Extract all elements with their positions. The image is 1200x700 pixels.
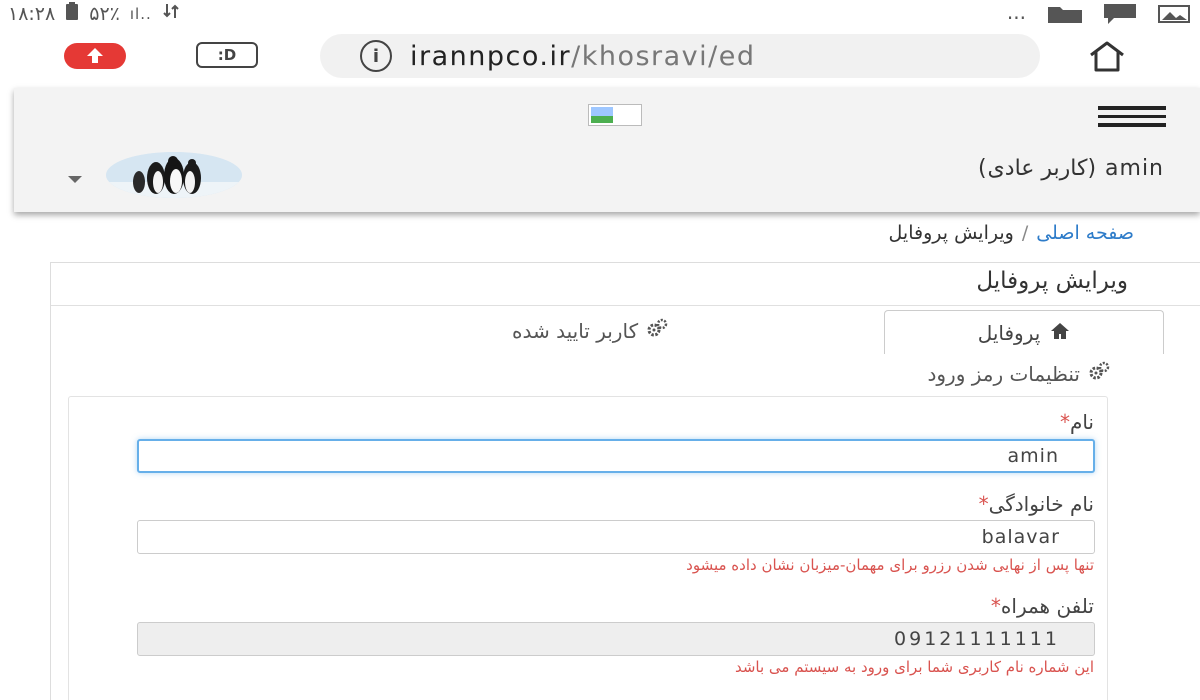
notification-more-dots: ... <box>1006 0 1026 24</box>
image-icon <box>1158 5 1190 28</box>
user-avatar[interactable] <box>106 152 242 198</box>
required-mark: * <box>990 594 1001 618</box>
last-name-input[interactable] <box>137 520 1095 554</box>
address-bar[interactable]: i irannpco.ir/khosravi/ed <box>320 34 1040 78</box>
mobile-hint: این شماره نام کاربری شما برای ورود به سی… <box>734 658 1094 676</box>
gears-icon <box>1088 361 1110 386</box>
panel-title: ویرایش پروفایل <box>976 268 1128 294</box>
required-mark: * <box>978 492 989 516</box>
signal-icon: ıl.. <box>129 4 152 23</box>
tab-switcher-label: :D <box>217 46 237 64</box>
breadcrumb-current: ویرایش پروفایل <box>888 222 1014 244</box>
user-name[interactable]: amin (کاربر عادی) <box>978 156 1164 181</box>
breadcrumb-home-link[interactable]: صفحه اصلی <box>1036 222 1134 244</box>
tab-profile-label: پروفایل <box>977 320 1041 345</box>
browser-toolbar: :D i irannpco.ir/khosravi/ed <box>0 26 1200 88</box>
last-name-label: نام خانوادگی* <box>979 492 1094 516</box>
data-transfer-icon <box>162 2 180 25</box>
panel-divider <box>51 305 1200 306</box>
status-bar: ۱۸:۲۸ ۵۲٪ ıl.. ... <box>0 0 1200 26</box>
required-mark: * <box>1059 410 1070 434</box>
site-header: amin (کاربر عادی) <box>14 88 1200 212</box>
gears-icon <box>646 318 668 343</box>
tab-verified-user[interactable]: کاربر تایید شده <box>512 318 668 343</box>
upload-icon[interactable] <box>64 43 126 73</box>
battery-icon <box>65 2 79 25</box>
battery-level: ۵۲٪ <box>89 2 120 25</box>
folder-icon <box>1048 5 1082 28</box>
url-host: irannpco.ir <box>410 40 572 72</box>
tab-verified-user-label: کاربر تایید شده <box>512 318 639 343</box>
first-name-input[interactable] <box>137 439 1095 473</box>
home-icon[interactable] <box>1088 40 1126 76</box>
tab-password-settings[interactable]: تنظیمات رمز ورود <box>927 361 1110 386</box>
tab-password-settings-label: تنظیمات رمز ورود <box>927 361 1080 386</box>
url-path: /khosravi/ed <box>571 40 756 72</box>
mobile-label-text: تلفن همراه <box>1000 594 1094 618</box>
info-icon[interactable]: i <box>360 40 392 72</box>
first-name-label-text: نام <box>1069 410 1094 434</box>
breadcrumb-separator: / <box>1021 222 1029 244</box>
mobile-label: تلفن همراه* <box>991 594 1094 618</box>
tab-profile[interactable]: پروفایل <box>884 310 1164 354</box>
breadcrumb: صفحه اصلی / ویرایش پروفایل <box>889 222 1134 244</box>
tab-switcher-button[interactable]: :D <box>196 42 258 68</box>
status-bar-left: ۱۸:۲۸ ۵۲٪ ıl.. <box>8 2 180 25</box>
first-name-label: نام* <box>1060 410 1094 434</box>
last-name-label-text: نام خانوادگی <box>988 492 1094 516</box>
mobile-input <box>137 622 1095 656</box>
user-menu-caret-icon[interactable] <box>68 176 82 183</box>
site-logo-broken-image[interactable] <box>588 104 642 126</box>
status-time: ۱۸:۲۸ <box>8 2 56 25</box>
home-tab-icon <box>1050 321 1070 345</box>
last-name-hint: تنها پس از نهایی شدن رزرو برای مهمان-میز… <box>686 556 1094 574</box>
hamburger-menu-icon[interactable] <box>1098 106 1166 128</box>
